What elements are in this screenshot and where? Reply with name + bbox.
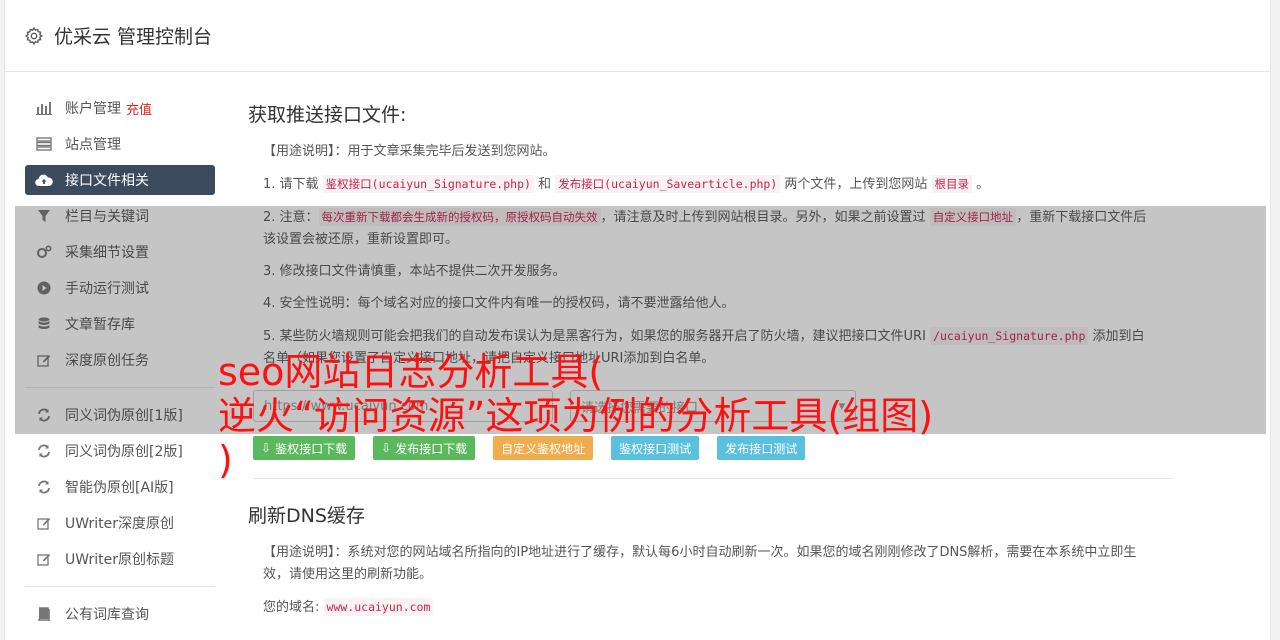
sidebar-item-label: 同义词伪原创[1版] [65,408,183,424]
sidebar-divider [25,387,215,388]
sidebar-item-sites[interactable]: 站点管理 [25,129,215,159]
dns-usage-note: 【用途说明】：系统对您的网站域名所指向的IP地址进行了缓存，默认每6小时自动刷新… [263,545,1137,582]
sidebar-item-label: 文章暂存库 [65,317,135,333]
text: ，请注意及时上传到网站根目录。另外，如果之前设置过 [600,210,930,225]
sidebar-item-label: 手动运行测试 [65,281,149,297]
text: 和 [533,177,556,192]
sidebar-item-label: 栏目与关键词 [65,209,149,225]
text: 。 [972,177,990,192]
sidebar-item-interface-files[interactable]: 接口文件相关 [25,165,215,195]
overlay-line-2: 逆火“访问资源”这项为例的分析工具(组图) [218,394,934,438]
sidebar-item-manual-run[interactable]: 手动运行测试 [25,273,215,303]
code-savearticle-file: 发布接口(ucaiyun_Savearticle.php) [555,175,781,193]
section-title-dns: 刷新DNS缓存 [248,505,365,527]
code-custom-url: 自定义接口地址 [929,208,1017,226]
sidebar-item-uwriter-deep[interactable]: UWriter深度原创 [25,508,215,538]
filter-icon [35,207,53,225]
code-signature-file: 鉴权接口(ucaiyun_Signature.php) [322,175,534,193]
sidebar-item-uwriter-title[interactable]: UWriter原创标题 [25,544,215,574]
edit-icon [35,351,53,369]
overlay-line-1: seo网站日志分析工具( [218,350,604,394]
header: 优采云 管理控制台 [5,0,1270,72]
text: 1. 请下载 [263,177,323,192]
section-title-interface-files: 获取推送接口文件: [248,104,407,126]
recharge-link[interactable]: 充值 [126,99,152,118]
sidebar-divider [25,586,215,587]
sidebar-item-synonym-v1[interactable]: 同义词伪原创[1版] [25,400,215,430]
sidebar-item-label: UWriter原创标题 [65,552,174,568]
sidebar-item-label: 账户管理 [65,101,121,117]
usage-note: 【用途说明】：用于文章采集完毕后发送到您网站。 [263,144,556,159]
database-icon [35,315,53,333]
instruction-4: 4. 安全性说明：每个域名对应的接口文件内有唯一的授权码，请不要泄露给他人。 [263,296,735,311]
domain-row: 您的域名: www.ucaiyun.com [263,596,1153,619]
bar-chart-icon [35,99,53,117]
cloud-upload-icon [35,171,53,189]
sidebar-item-synonym-v2[interactable]: 同义词伪原创[2版] [25,436,215,466]
code-root-dir: 根目录 [931,175,973,193]
sidebar-item-label: 采集细节设置 [65,245,149,261]
page-title: 优采云 管理控制台 [54,26,213,48]
console-window: 优采云 管理控制台 账户管理 充值 站点管理 接口文件相关 栏目与关键词 采集细… [4,0,1271,640]
text: 2. 注意： [263,210,319,225]
text: 5. 某些防火墙规则可能会把我们的自动发布误认为是黑客行为，如果您的服务器开启了… [263,329,931,344]
sidebar-item-deep-original-tasks[interactable]: 深度原创任务 [25,345,215,375]
sidebar-item-label: 接口文件相关 [65,173,149,189]
text: 两个文件，上传到您网站 [780,177,932,192]
book-icon [35,605,53,623]
server-icon [35,135,53,153]
sidebar-item-public-lexicon[interactable]: 公有词库查询 [25,599,215,629]
gear-icon [24,26,44,45]
instruction-2: 2. 注意： 每次重新下载都会生成新的授权码，原授权码自动失效 ，请注意及时上传到网… [263,206,1153,251]
domain-value: www.ucaiyun.com [323,598,434,616]
code-signature-uri: /ucaiyun_Signature.php [930,327,1089,345]
refresh-icon [35,442,53,460]
sidebar-item-label: 站点管理 [65,137,121,153]
refresh-icon [35,406,53,424]
sidebar-item-label: 公有词库查询 [65,607,149,623]
sidebar: 账户管理 充值 站点管理 接口文件相关 栏目与关键词 采集细节设置 手动运行测试… [25,93,215,635]
sidebar-item-label: 深度原创任务 [65,353,149,369]
sidebar-item-label: UWriter深度原创 [65,516,174,532]
play-circle-icon [35,279,53,297]
overlay-line-3: ) [218,438,233,482]
sidebar-item-label: 同义词伪原创[2版] [65,444,183,460]
edit-icon [35,550,53,568]
refresh-icon [35,478,53,496]
sidebar-item-account[interactable]: 账户管理 充值 [25,93,215,123]
code-warning: 每次重新下载都会生成新的授权码，原授权码自动失效 [318,208,601,226]
edit-icon [35,514,53,532]
sidebar-item-label: 智能伪原创[AI版] [65,480,174,496]
sidebar-item-collect-settings[interactable]: 采集细节设置 [25,237,215,267]
sidebar-item-columns-keywords[interactable]: 栏目与关键词 [25,201,215,231]
instruction-3: 3. 修改接口文件请慎重，本站不提供二次开发服务。 [263,264,566,279]
overlay-caption: seo网站日志分析工具( 逆火“访问资源”这项为例的分析工具(组图) ) [218,350,1118,482]
instruction-1: 1. 请下载 鉴权接口(ucaiyun_Signature.php) 和 发布接… [263,173,1153,196]
sidebar-item-article-store[interactable]: 文章暂存库 [25,309,215,339]
domain-label: 您的域名: [263,600,320,615]
sidebar-item-ai-rewrite[interactable]: 智能伪原创[AI版] [25,472,215,502]
cogs-icon [35,243,53,261]
